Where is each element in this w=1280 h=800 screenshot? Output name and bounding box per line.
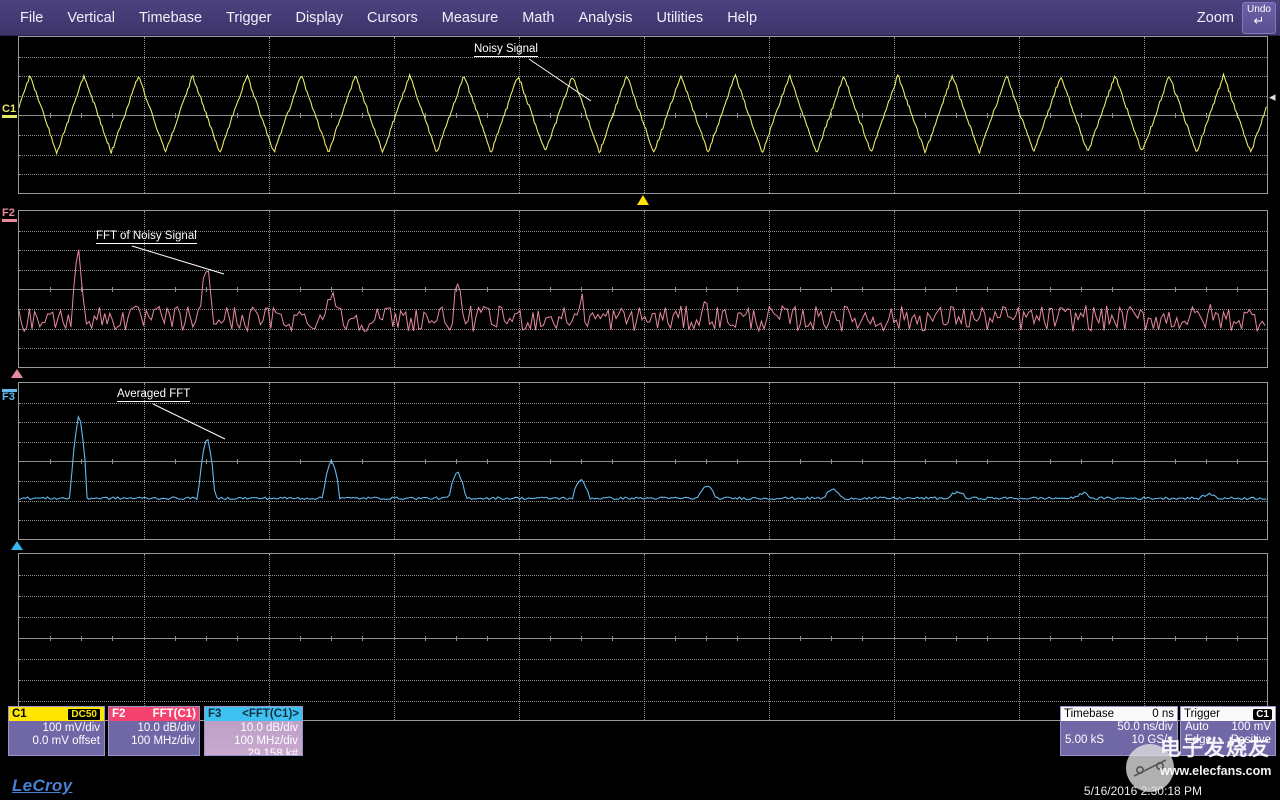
timebase-title: Timebase [1064,708,1114,720]
descriptor-f2-source: FFT(C1) [153,708,196,720]
descriptor-f2[interactable]: F2 FFT(C1) 10.0 dB/div 100 MHz/div [108,706,200,756]
trigger-mode-row: Auto 100 mV [1181,721,1275,734]
trigger-panel-header: Trigger C1 [1181,707,1275,721]
channel-marker-c1[interactable]: C1 [2,104,17,118]
timebase-rate: 10 GS/s [1131,734,1173,747]
descriptor-f3-header: F3 <FFT(C1)> [205,707,302,721]
descriptor-f3-name: F3 [208,708,221,720]
grid-2[interactable]: FFT of Noisy Signal [18,210,1268,368]
menu-bar: File Vertical Timebase Trigger Display C… [0,0,1280,36]
descriptor-c1-header: C1 DC50 [9,707,104,721]
descriptor-c1-body: 100 mV/div 0.0 mV offset [9,721,104,748]
menu-bar-right: Zoom Undo ↵ [1197,0,1276,36]
zoom-label: Zoom [1197,10,1242,26]
annotation-averaged-fft: Averaged FFT [117,388,190,402]
menu-item-measure[interactable]: Measure [431,7,509,29]
grid-3[interactable]: Averaged FFT [18,382,1268,540]
trigger-mode: Auto [1185,721,1209,734]
trigger-source-badge[interactable]: C1 [1253,709,1272,720]
channel-marker-f2-label: F2 [2,208,15,219]
timebase-delay: 0 ns [1152,708,1174,720]
grid-4-graticule [19,554,1267,720]
menu-item-help[interactable]: Help [716,7,768,29]
descriptor-c1-coupling-badge[interactable]: DC50 [67,708,101,721]
channel-marker-c1-label: C1 [2,104,16,115]
annotation-noisy-signal: Noisy Signal [474,43,538,57]
undo-button[interactable]: Undo ↵ [1242,2,1276,34]
reference-marker-f2[interactable] [11,369,23,378]
descriptor-f2-body: 10.0 dB/div 100 MHz/div [109,721,199,748]
descriptor-f2-header: F2 FFT(C1) [109,707,199,721]
watermark-text-url: www.elecfans.com [1160,764,1271,778]
trigger-coupling: Edge [1185,734,1212,747]
annotation-fft-noisy-signal: FFT of Noisy Signal [96,230,197,244]
waveform-c1 [19,37,1267,193]
descriptor-f2-name: F2 [112,708,125,720]
trigger-level: 100 mV [1231,721,1271,734]
descriptor-f3[interactable]: F3 <FFT(C1)> 10.0 dB/div 100 MHz/div 29.… [204,706,303,756]
channel-marker-f3[interactable]: F3 [2,389,17,403]
channel-marker-f2[interactable]: F2 [2,208,17,222]
trigger-slope: Positive [1231,734,1271,747]
trigger-title: Trigger [1184,708,1220,720]
descriptor-f3-line-1: 10.0 dB/div [209,722,298,735]
undo-arrow-icon: ↵ [1254,15,1265,27]
descriptor-f3-source: <FFT(C1)> [242,708,299,720]
descriptor-c1[interactable]: C1 DC50 100 mV/div 0.0 mV offset [8,706,105,756]
timebase-sampling-row: 5.00 kS 10 GS/s [1061,734,1177,747]
menu-item-analysis[interactable]: Analysis [567,7,643,29]
leader-line-fft-noisy-signal [132,246,242,281]
menu-item-trigger[interactable]: Trigger [215,7,282,29]
trigger-type-row: Edge Positive [1181,734,1275,747]
timebase-panel[interactable]: Timebase 0 ns 50.0 ns/div 5.00 kS 10 GS/… [1060,706,1178,756]
descriptor-f3-body: 10.0 dB/div 100 MHz/div 29.158 k# [205,721,302,756]
timebase-scale: 50.0 ns/div [1117,721,1173,734]
descriptor-c1-name: C1 [12,708,27,720]
cursor-arrow-right-icon[interactable]: ◂ [1269,92,1276,102]
timebase-samples: 5.00 kS [1065,734,1104,747]
descriptor-f2-line-2: 100 MHz/div [113,735,195,748]
oscilloscope-screen: File Vertical Timebase Trigger Display C… [0,0,1280,800]
menu-item-math[interactable]: Math [511,7,565,29]
menu-item-cursors[interactable]: Cursors [356,7,429,29]
descriptor-f3-line-3: 29.158 k# [209,748,298,756]
channel-marker-f3-label: F3 [2,392,15,403]
menu-item-file[interactable]: File [9,7,54,29]
menu-item-display[interactable]: Display [284,7,354,29]
descriptor-c1-line-1: 100 mV/div [13,722,100,735]
leader-line-noisy-signal [529,59,629,109]
waveform-f2 [19,211,1267,367]
leader-line-averaged-fft [153,404,263,442]
grid-1[interactable]: Noisy Signal [18,36,1268,194]
menu-item-timebase[interactable]: Timebase [128,7,213,29]
menu-item-utilities[interactable]: Utilities [645,7,714,29]
lecroy-logo: LeCroy [12,776,72,796]
menu-item-vertical[interactable]: Vertical [56,7,126,29]
descriptor-c1-line-2: 0.0 mV offset [13,735,100,748]
timebase-panel-header: Timebase 0 ns [1061,707,1177,721]
descriptor-f3-line-2: 100 MHz/div [209,735,298,748]
reference-marker-f3[interactable] [11,541,23,550]
timebase-scale-row: 50.0 ns/div [1061,721,1177,734]
grid-4[interactable] [18,553,1268,721]
trigger-level-marker-c1[interactable] [637,195,649,205]
descriptor-f2-line-1: 10.0 dB/div [113,722,195,735]
datetime-display: 5/16/2016 2:30:18 PM [1084,784,1202,798]
trigger-panel[interactable]: Trigger C1 Auto 100 mV Edge Positive [1180,706,1276,756]
